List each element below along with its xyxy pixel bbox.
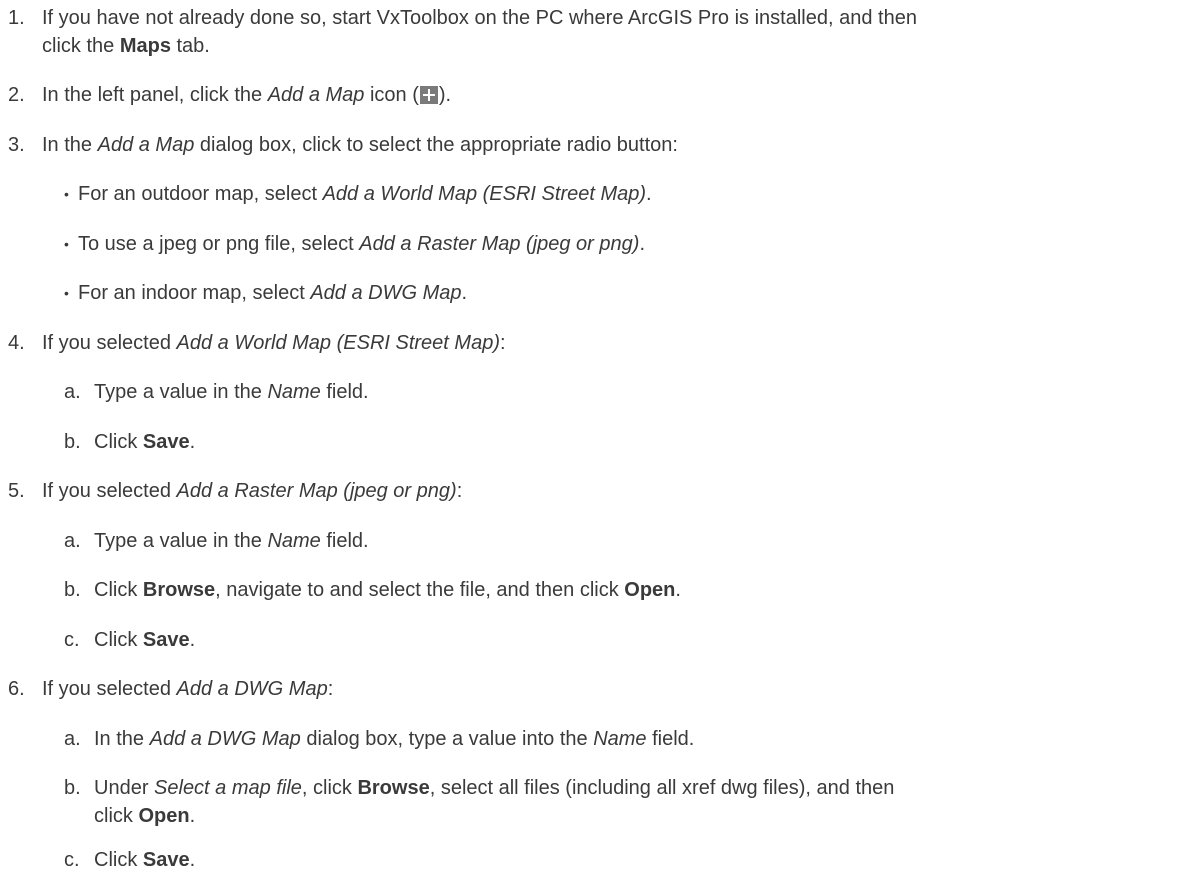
step-number: 2.	[8, 84, 25, 106]
text: If you selected	[42, 332, 177, 354]
ui-term: Add a Raster Map (jpeg or png)	[176, 480, 457, 502]
text: Click	[94, 849, 143, 871]
text: ).	[438, 84, 452, 106]
ui-term: Browse	[357, 777, 430, 799]
text: In the	[94, 728, 150, 750]
text: dialog box, type a value into the	[300, 728, 594, 750]
text: Click	[94, 431, 143, 453]
text: .	[189, 805, 196, 827]
substep-text: Type a value in the Name field.	[94, 527, 369, 555]
step-number: 5.	[8, 480, 25, 502]
text: In the left panel, click the	[42, 84, 268, 106]
text: click the	[42, 35, 120, 57]
ui-term: Add a DWG Map	[310, 282, 462, 304]
ui-term: Open	[138, 805, 190, 827]
ui-term: Save	[142, 431, 190, 453]
ui-term: Add a DWG Map	[149, 728, 301, 750]
substep-continued: click Open.	[94, 802, 195, 830]
step-text: In the left panel, click the Add a Map i…	[42, 81, 451, 109]
text: .	[189, 849, 196, 871]
ui-term: Name	[267, 530, 321, 552]
text: :	[456, 480, 463, 502]
substep-letter: b.	[64, 777, 81, 799]
substep-text: Click Browse, navigate to and select the…	[94, 576, 681, 604]
substep-letter: b.	[64, 579, 81, 601]
bullet-text: To use a jpeg or png file, select Add a …	[78, 230, 645, 258]
text: .	[189, 629, 196, 651]
substep-letter: c.	[64, 629, 80, 651]
ui-term: Maps	[119, 35, 171, 57]
ui-term: Name	[267, 381, 321, 403]
step-number: 4.	[8, 332, 25, 354]
step-number: 3.	[8, 134, 25, 156]
text: .	[646, 183, 652, 205]
substep-letter: a.	[64, 728, 81, 750]
bullet-icon: •	[64, 285, 69, 301]
plus-icon	[419, 86, 438, 104]
step-text: If you selected Add a World Map (ESRI St…	[42, 329, 506, 357]
bullet-text: For an outdoor map, select Add a World M…	[78, 180, 652, 208]
ui-term: Browse	[142, 579, 216, 601]
step-text: If you selected Add a DWG Map:	[42, 675, 333, 703]
substep-text: Click Save.	[94, 626, 195, 654]
text: For an outdoor map, select	[78, 183, 323, 205]
text: To use a jpeg or png file, select	[78, 233, 360, 255]
ui-term: Add a DWG Map	[176, 678, 328, 700]
substep-text: Type a value in the Name field.	[94, 378, 369, 406]
substep-text: Click Save.	[94, 428, 195, 456]
procedure-document: 1. If you have not already done so, star…	[0, 0, 1185, 871]
text: , click	[301, 777, 358, 799]
text: icon (	[364, 84, 419, 106]
substep-letter: c.	[64, 849, 80, 871]
step-number: 1.	[8, 7, 25, 29]
ui-term: Open	[624, 579, 676, 601]
text: tab.	[170, 35, 210, 57]
ui-term: Save	[142, 849, 190, 871]
step-text: If you selected Add a Raster Map (jpeg o…	[42, 477, 462, 505]
bullet-text: For an indoor map, select Add a DWG Map.	[78, 279, 467, 307]
text: Type a value in the	[94, 530, 268, 552]
text: field.	[320, 530, 369, 552]
text: .	[675, 579, 681, 601]
text: Click	[94, 579, 143, 601]
text: For an indoor map, select	[78, 282, 311, 304]
text: field.	[320, 381, 369, 403]
text: If you selected	[42, 678, 177, 700]
text: :	[327, 678, 334, 700]
substep-text: Under Select a map file, click Browse, s…	[94, 774, 894, 802]
bullet-icon: •	[64, 236, 69, 252]
ui-term: Add a Map	[267, 84, 365, 106]
text: Click	[94, 629, 143, 651]
text: dialog box, click to select the appropri…	[194, 134, 678, 156]
text: , navigate to and select the file, and t…	[215, 579, 625, 601]
ui-term: Select a map file	[154, 777, 302, 799]
step-text: If you have not already done so, start V…	[42, 7, 917, 29]
substep-text: In the Add a DWG Map dialog box, type a …	[94, 725, 694, 753]
text: In the	[42, 134, 98, 156]
text: click	[94, 805, 139, 827]
step-text: In the Add a Map dialog box, click to se…	[42, 131, 678, 159]
ui-term: Add a Map	[97, 134, 195, 156]
text: .	[639, 233, 645, 255]
step-number: 6.	[8, 678, 25, 700]
text: , select all files (including all xref d…	[429, 777, 895, 799]
ui-term: Add a World Map (ESRI Street Map)	[176, 332, 500, 354]
substep-letter: a.	[64, 381, 81, 403]
substep-letter: b.	[64, 431, 81, 453]
substep-text: Click Save.	[94, 846, 195, 874]
text: field.	[646, 728, 695, 750]
text: Type a value in the	[94, 381, 268, 403]
text: .	[461, 282, 468, 304]
ui-term: Name	[593, 728, 647, 750]
text: .	[189, 431, 196, 453]
ui-term: Add a Raster Map (jpeg or png)	[359, 233, 640, 255]
text: :	[499, 332, 506, 354]
step-1-continued: click the Maps tab.	[42, 32, 210, 60]
ui-term: Add a World Map (ESRI Street Map)	[322, 183, 647, 205]
substep-letter: a.	[64, 530, 81, 552]
ui-term: Save	[142, 629, 190, 651]
bullet-icon: •	[64, 186, 69, 202]
text: If you selected	[42, 480, 177, 502]
text: Under	[94, 777, 155, 799]
